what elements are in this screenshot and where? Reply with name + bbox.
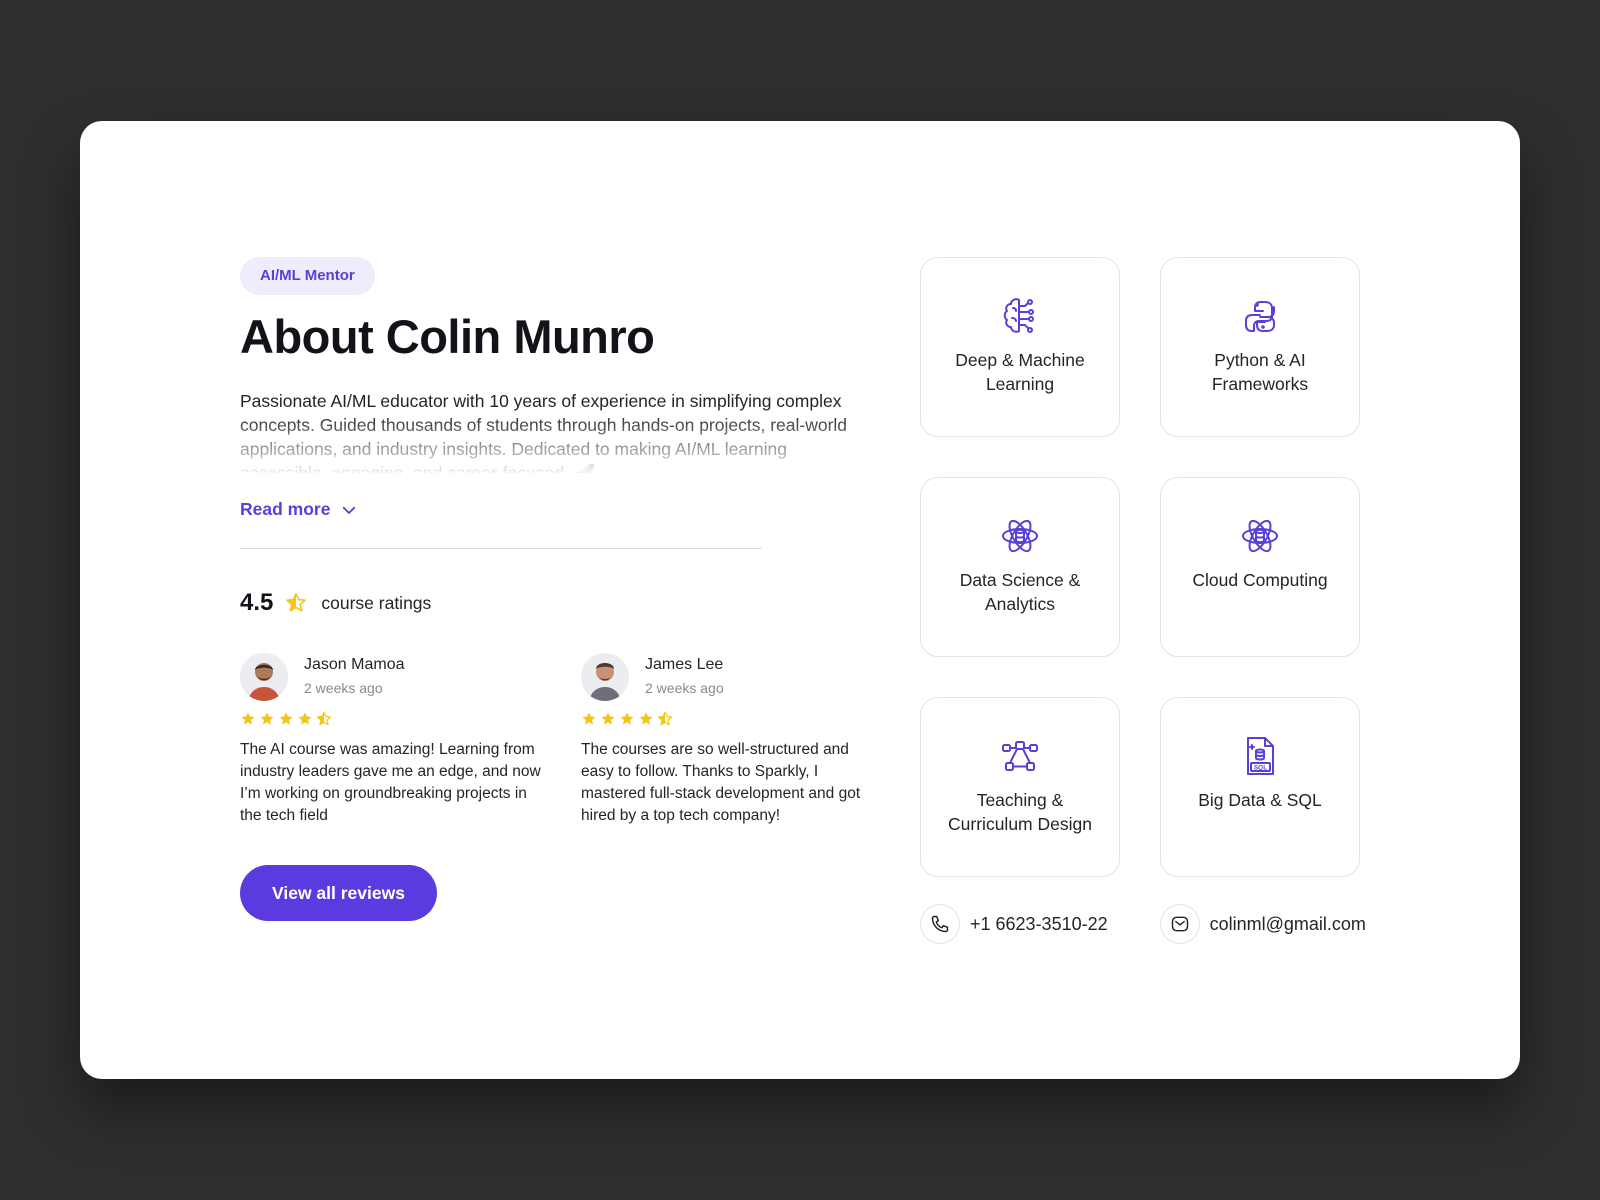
review-stars — [240, 711, 581, 727]
reviews-list: Jason Mamoa 2 weeks ago The AI course wa… — [240, 653, 960, 827]
email-contact[interactable]: colinml@gmail.com — [1159, 904, 1366, 944]
skill-label: Teaching & Curriculum Design — [948, 790, 1092, 834]
read-more-label: Read more — [240, 499, 331, 519]
atom-database-icon — [998, 514, 1042, 558]
contact-row: +1 6623-3510-22 colinml@gmail.com — [920, 904, 1366, 944]
workflow-nodes-icon — [998, 734, 1042, 778]
skill-tile-big-data-sql[interactable]: SQL Big Data & SQL — [1160, 697, 1360, 877]
star-icon — [298, 712, 312, 725]
star-half-icon — [285, 592, 307, 614]
about-section: AI/ML Mentor About Colin Munro Passionat… — [240, 257, 960, 921]
rating-score: 4.5 — [240, 589, 274, 616]
star-icon — [241, 712, 255, 725]
page-title: About Colin Munro — [240, 310, 655, 363]
review-text: The AI course was amazing! Learning from… — [240, 741, 541, 824]
star-icon — [260, 712, 274, 725]
review-stars — [581, 711, 881, 727]
rating-summary: 4.5 course ratings — [240, 589, 960, 617]
skill-label: Big Data & SQL — [1198, 790, 1322, 810]
skill-tile-data-science-analytics[interactable]: Data Science & Analytics — [920, 477, 1120, 657]
star-icon — [279, 712, 293, 725]
phone-icon — [920, 904, 960, 944]
star-icon — [601, 712, 615, 725]
mail-icon — [1159, 904, 1200, 944]
review-time: 2 weeks ago — [645, 680, 724, 696]
brain-circuit-icon — [998, 294, 1042, 338]
review-time: 2 weeks ago — [304, 680, 383, 696]
skill-label: Python & AI Frameworks — [1211, 350, 1309, 394]
review-card: Jason Mamoa 2 weeks ago The AI course wa… — [240, 653, 581, 827]
skill-label: Cloud Computing — [1192, 570, 1328, 590]
view-all-reviews-button[interactable]: View all reviews — [240, 865, 437, 921]
role-badge: AI/ML Mentor — [240, 257, 375, 295]
profile-card: AI/ML Mentor About Colin Munro Passionat… — [80, 121, 1520, 1079]
avatar — [240, 653, 288, 701]
skill-label: Deep & Machine Learning — [955, 350, 1085, 394]
email-address: colinml@gmail.com — [1209, 913, 1366, 934]
reviewer-name: James Lee — [645, 656, 724, 673]
reviewer-name: Jason Mamoa — [304, 656, 405, 673]
skill-label: Data Science & Analytics — [959, 570, 1081, 614]
phone-number: +1 6623-3510-22 — [970, 913, 1108, 934]
sql-file-icon: SQL — [1238, 734, 1282, 778]
skill-tile-deep-machine-learning[interactable]: Deep & Machine Learning — [920, 257, 1120, 437]
review-card: James Lee 2 weeks ago The courses are so… — [581, 653, 881, 827]
review-text: The courses are so well-structured and e… — [581, 741, 861, 824]
python-icon — [1238, 294, 1282, 338]
skills-grid: Deep & Machine Learning Python & AI Fram… — [920, 257, 1360, 877]
rating-caption: course ratings — [321, 592, 432, 613]
skill-tile-teaching-curriculum-design[interactable]: Teaching & Curriculum Design — [920, 697, 1120, 877]
star-half-icon — [316, 711, 332, 726]
divider — [240, 548, 762, 549]
skill-tile-cloud-computing[interactable]: Cloud Computing — [1160, 477, 1360, 657]
chevron-down-icon — [343, 506, 356, 514]
skill-tile-python-ai-frameworks[interactable]: Python & AI Frameworks — [1160, 257, 1360, 437]
star-icon — [582, 712, 596, 725]
read-more-link[interactable]: Read more — [240, 499, 358, 520]
phone-contact[interactable]: +1 6623-3510-22 — [920, 904, 1108, 944]
atom-database-icon — [1238, 514, 1282, 558]
star-half-icon — [657, 711, 673, 726]
about-text: Passionate AI/ML educator with 10 years … — [240, 389, 870, 473]
svg-text:SQL: SQL — [1254, 765, 1267, 772]
star-icon — [620, 712, 634, 725]
avatar — [581, 653, 629, 701]
star-icon — [639, 712, 653, 725]
